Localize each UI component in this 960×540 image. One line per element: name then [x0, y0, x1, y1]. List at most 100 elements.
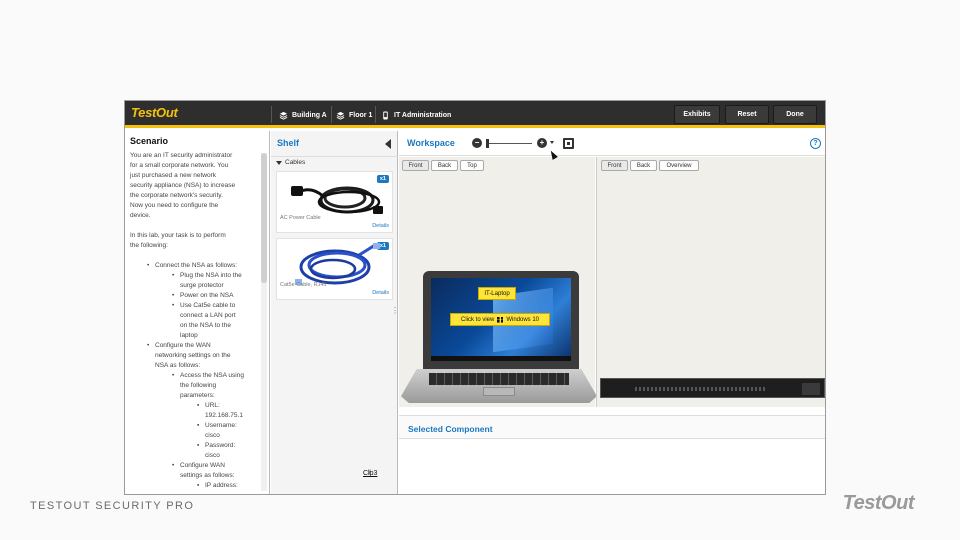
- divider: [271, 156, 398, 157]
- item-name: Cat5e Cable, RJ45: [280, 282, 327, 288]
- fit-to-screen-icon[interactable]: [563, 138, 574, 149]
- view-front-button[interactable]: Front: [402, 160, 429, 171]
- scrollbar-thumb[interactable]: [261, 153, 267, 283]
- rack-label: [605, 382, 627, 396]
- footer-course-title: TESTOUT SECURITY PRO: [30, 500, 195, 512]
- scenario-line: Configure the WAN: [155, 342, 211, 349]
- view-top-button[interactable]: Top: [460, 160, 484, 171]
- layers-icon: [336, 111, 345, 120]
- shelf-item-cat5e-cable[interactable]: x1 Cat5e Cable, RJ45 Details: [276, 238, 393, 300]
- laptop-device[interactable]: IT-Laptop Click to view Windows 10: [423, 271, 579, 371]
- scenario-line: Use Cat5e cable to: [180, 302, 236, 309]
- bullet-icon: •: [147, 262, 150, 269]
- scenario-line: security appliance (NSA) to increase: [130, 182, 236, 189]
- workspace-title: Workspace: [407, 138, 455, 148]
- help-icon[interactable]: ?: [810, 138, 821, 149]
- power-cable-icon: [291, 186, 383, 214]
- scenario-line: surge protector: [180, 282, 224, 289]
- bullet-icon: •: [147, 342, 150, 349]
- os-label: Windows 10: [506, 316, 540, 323]
- shelf-item-ac-power-cable[interactable]: x1 AC Power Cable Details: [276, 171, 393, 233]
- scenario-scrollbar[interactable]: [261, 153, 267, 491]
- scenario-line: just purchased a new network: [130, 172, 216, 179]
- details-link[interactable]: Details: [372, 223, 389, 229]
- scenario-line: the following: [180, 382, 217, 389]
- scenario-line: settings as follows:: [180, 472, 235, 479]
- view-overview-button[interactable]: Overview: [659, 160, 699, 171]
- resize-handle[interactable]: ⋮: [391, 306, 399, 315]
- done-button[interactable]: Done: [773, 105, 817, 124]
- zoom-in-button[interactable]: +: [537, 138, 547, 148]
- shelf-title: Shelf: [277, 138, 300, 148]
- scenario-line: IP address:: [205, 482, 238, 489]
- workspace-header: Workspace − + ?: [399, 131, 825, 156]
- scenario-line: on the NSA to the: [180, 322, 231, 329]
- view-back-button[interactable]: Back: [431, 160, 458, 171]
- scenario-line: the corporate network's security.: [130, 192, 223, 199]
- selected-component-panel: Selected Component: [399, 415, 825, 439]
- bullet-icon: ▪: [197, 422, 200, 429]
- zoom-slider-track[interactable]: [488, 143, 532, 144]
- bullet-icon: •: [172, 372, 175, 379]
- scenario-line: Power on the NSA: [180, 292, 234, 299]
- scenario-line: for a small corporate network. You: [130, 162, 229, 169]
- caret-down-icon: [276, 160, 282, 165]
- lab-window: TestOut Building A Floor 1 IT Administra…: [124, 100, 826, 495]
- zoom-dropdown-icon[interactable]: [550, 141, 554, 144]
- category-cables[interactable]: Cables: [276, 159, 305, 166]
- footer-logo: TestOut: [842, 492, 915, 514]
- laptop-name-label[interactable]: IT-Laptop: [478, 287, 516, 300]
- zoom-slider-handle[interactable]: [486, 139, 489, 148]
- divider: [271, 106, 272, 123]
- scenario-line: networking settings on the: [155, 352, 231, 359]
- bullet-icon: ▪: [197, 442, 200, 449]
- scenario-line: Configure WAN: [180, 462, 225, 469]
- bullet-icon: ▪: [197, 482, 200, 489]
- click-to-view-label: Click to view: [460, 316, 495, 323]
- reset-button[interactable]: Reset: [725, 105, 769, 124]
- divider: [375, 106, 376, 123]
- scenario-panel: Scenario You are an IT security administ…: [125, 131, 270, 494]
- workspace-pane-laptop: Front Back Top IT-Laptop Click to view W…: [399, 157, 597, 435]
- top-bar: TestOut Building A Floor 1 IT Administra…: [125, 101, 825, 128]
- scenario-line: device.: [130, 212, 151, 219]
- layers-icon: [279, 111, 288, 120]
- scenario-line: the following:: [130, 242, 168, 249]
- laptop-keyboard: [429, 373, 569, 385]
- scenario-line: Now you need to configure the: [130, 202, 219, 209]
- windows-logo-icon: [497, 316, 504, 323]
- scenario-title: Scenario: [130, 136, 169, 146]
- laptop-screen[interactable]: IT-Laptop Click to view Windows 10: [431, 278, 571, 361]
- scenario-line: parameters:: [180, 392, 215, 399]
- zoom-out-button[interactable]: −: [472, 138, 482, 148]
- bullet-icon: •: [172, 462, 175, 469]
- scenario-line: Connect the NSA as follows:: [155, 262, 238, 269]
- breadcrumb-it-administration[interactable]: IT Administration: [381, 107, 451, 123]
- scenario-line: URL:: [205, 402, 220, 409]
- cursor-caption: Cl̸p3: [363, 470, 378, 477]
- selected-component-title: Selected Component: [408, 424, 493, 434]
- workspace-panel: Workspace − + ? Front Back Top IT-Laptop: [399, 131, 825, 494]
- scenario-line: Access the NSA using: [180, 372, 244, 379]
- bullet-icon: •: [172, 292, 175, 299]
- view-back-button[interactable]: Back: [630, 160, 657, 171]
- network-cable-icon: [295, 243, 380, 285]
- scenario-line: In this lab, your task is to perform: [130, 232, 226, 239]
- view-front-button[interactable]: Front: [601, 160, 628, 171]
- divider: [331, 106, 332, 123]
- phone-icon: [383, 110, 388, 120]
- click-to-view-button[interactable]: Click to view Windows 10: [450, 313, 550, 326]
- scenario-line: connect a LAN port: [180, 312, 236, 319]
- details-link[interactable]: Details: [372, 290, 389, 296]
- breadcrumb-floor[interactable]: Floor 1: [336, 107, 372, 123]
- scenario-line: cisco: [205, 432, 220, 439]
- exhibits-button[interactable]: Exhibits: [674, 105, 720, 124]
- network-appliance-rack[interactable]: [600, 378, 825, 398]
- collapse-left-icon[interactable]: [385, 139, 391, 149]
- taskbar: [431, 356, 571, 361]
- shelf-panel: Shelf Cables x1 AC Power Cable Details x…: [271, 131, 399, 494]
- scenario-line: 192.168.75.1: [205, 412, 243, 419]
- scenario-line: Username:: [205, 422, 237, 429]
- breadcrumb-building[interactable]: Building A: [279, 107, 327, 123]
- scenario-line: laptop: [180, 332, 198, 339]
